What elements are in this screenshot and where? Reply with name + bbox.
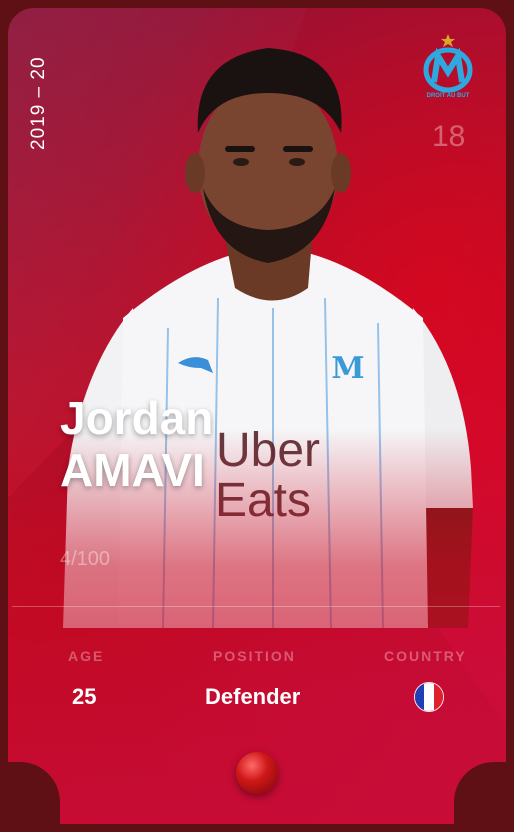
country-label: COUNTRY — [384, 648, 467, 664]
france-flag-icon — [414, 682, 444, 712]
age-label: AGE — [68, 648, 105, 664]
player-name: Jordan AMAVI — [60, 392, 213, 496]
player-last-name: AMAVI — [60, 444, 205, 496]
shirt-number: 18 — [432, 120, 466, 153]
position-value: Defender — [205, 684, 301, 709]
crest-text: DROIT AU BUT — [427, 93, 470, 99]
position-label: POSITION — [213, 648, 296, 664]
divider — [12, 606, 500, 607]
svg-text:M: M — [331, 351, 364, 386]
player-first-name: Jordan — [60, 392, 214, 444]
club-crest-icon: DROIT AU BUT — [423, 34, 473, 99]
card-serial: 4/100 — [60, 548, 111, 570]
age-value: 25 — [72, 684, 97, 709]
rarity-ball-icon — [236, 752, 278, 794]
season-label: 2019 – 20 — [28, 56, 49, 150]
